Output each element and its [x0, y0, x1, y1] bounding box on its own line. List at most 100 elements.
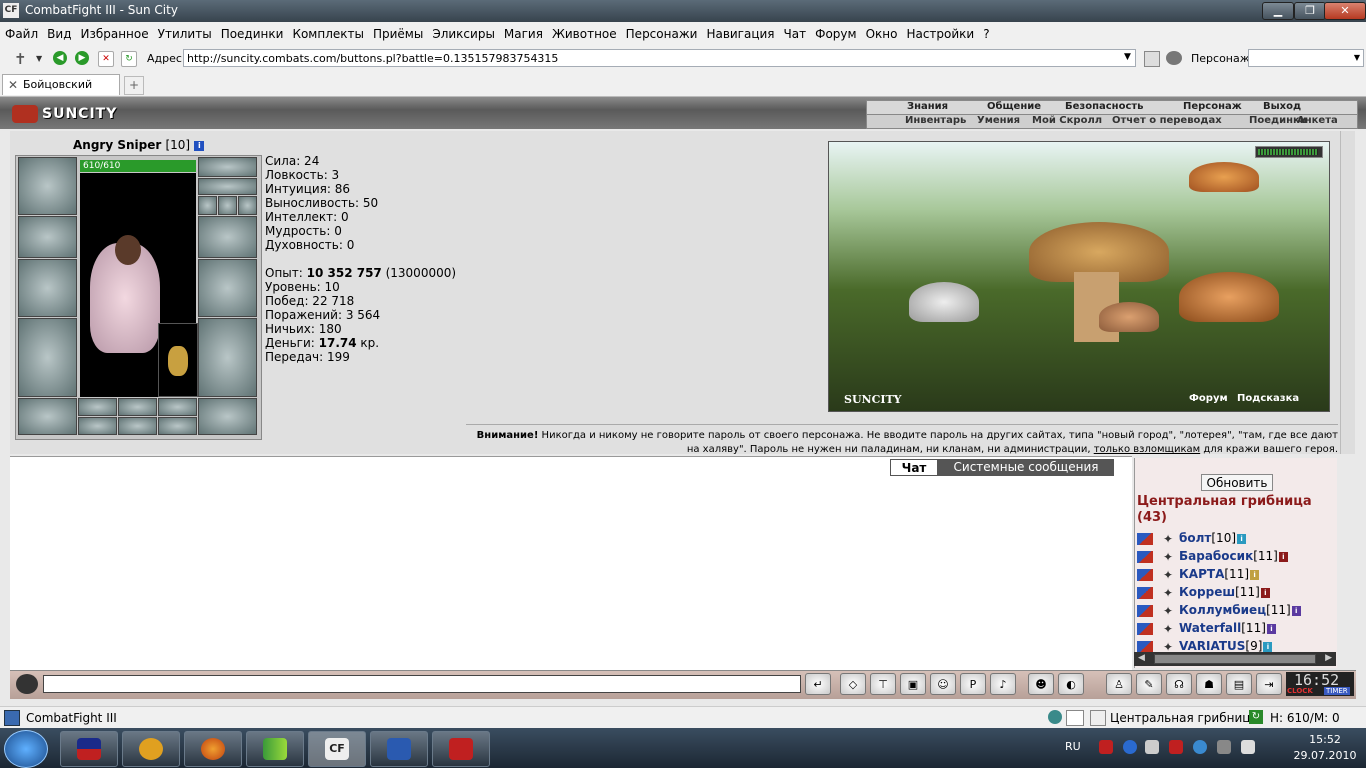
document-icon[interactable]	[1066, 710, 1084, 726]
info-icon[interactable]: i	[1266, 623, 1276, 634]
smile-icon[interactable]: ☻	[1028, 673, 1054, 695]
user-name[interactable]: Коллумбиец	[1179, 603, 1266, 617]
chevron-down-icon[interactable]: ▼	[36, 54, 42, 63]
character-select[interactable]: ▼	[1248, 49, 1364, 67]
subnav-item-0[interactable]: Инвентарь	[905, 115, 966, 126]
sound-icon[interactable]: ♪	[990, 673, 1016, 695]
taskbar-app-combatfight[interactable]: CF	[308, 731, 366, 767]
character-icon[interactable]: ♙	[1106, 673, 1132, 695]
forward-icon[interactable]: ▶	[75, 51, 89, 65]
users-icon[interactable]	[1166, 51, 1182, 65]
address-dropdown-icon[interactable]: ▼	[1124, 52, 1131, 62]
info-icon[interactable]: i	[1263, 641, 1273, 652]
tray-time[interactable]: 15:52	[1295, 733, 1355, 746]
online-user[interactable]: ✦ Корреш[11] i	[1137, 585, 1270, 603]
skills-icon[interactable]: ✎	[1136, 673, 1162, 695]
subnav-item-2[interactable]: Мой Скролл	[1032, 115, 1102, 126]
online-user[interactable]: ✦ Коллумбиец[11] i	[1137, 603, 1301, 621]
menu-item-10[interactable]: Персонажи	[621, 22, 702, 41]
taskbar-app-triangle[interactable]	[122, 731, 180, 767]
close-tab-icon[interactable]: ✕	[8, 75, 18, 95]
menu-item-11[interactable]: Навигация	[701, 22, 778, 41]
eraser-icon[interactable]: ◇	[840, 673, 866, 695]
taskbar-app-firefox[interactable]	[184, 731, 242, 767]
start-button[interactable]	[4, 730, 48, 768]
private-message-icon[interactable]	[1137, 622, 1153, 635]
head-icon[interactable]	[16, 674, 38, 694]
timer-label[interactable]: TIMER	[1324, 687, 1350, 695]
taskbar-app-red[interactable]	[432, 731, 490, 767]
online-user[interactable]: ✦ болт[10] i	[1137, 531, 1247, 549]
subnav-item-3[interactable]: Отчет о переводах	[1112, 115, 1222, 126]
info-icon[interactable]: i	[1278, 551, 1288, 562]
online-scrollbar[interactable]: ◀ ▶	[1134, 652, 1336, 666]
armor-slot[interactable]	[18, 318, 77, 397]
menu-item-8[interactable]: Магия	[499, 22, 547, 41]
tray-date[interactable]: 29.07.2010	[1291, 749, 1359, 762]
pocket-slot-1[interactable]	[78, 417, 117, 435]
menu-item-2[interactable]: Избранное	[75, 22, 152, 41]
belt-slot[interactable]	[18, 398, 77, 435]
gloves-slot[interactable]	[198, 216, 257, 258]
menu-item-9[interactable]: Животное	[547, 22, 621, 41]
refresh-icon[interactable]: ↻	[121, 51, 137, 67]
taskbar-app-chart[interactable]	[246, 731, 304, 767]
taskbar-app-flag[interactable]	[60, 731, 118, 767]
online-user[interactable]: ✦ Барабосик[11] i	[1137, 549, 1288, 567]
menu-item-3[interactable]: Утилиты	[153, 22, 216, 41]
send-icon[interactable]: ↵	[805, 673, 831, 695]
cross-icon[interactable]: ✝	[14, 50, 27, 68]
amulet-slot[interactable]	[18, 216, 77, 258]
pocket-slot-2[interactable]	[118, 417, 157, 435]
ring-slot-2[interactable]	[218, 196, 237, 215]
ring-slot-3[interactable]	[238, 196, 257, 215]
tab-system-messages[interactable]: Системные сообщения	[938, 459, 1114, 476]
topnav-item-4[interactable]: Выход	[1263, 101, 1301, 112]
private-message-icon[interactable]	[1137, 586, 1153, 599]
info-icon[interactable]: i	[194, 140, 205, 151]
helmet-slot[interactable]	[18, 157, 77, 215]
private-message-icon[interactable]	[1137, 550, 1153, 563]
info-icon[interactable]: i	[1260, 587, 1270, 598]
hackers-link[interactable]: только взломщикам	[1094, 444, 1200, 455]
menu-item-13[interactable]: Форум	[810, 22, 860, 41]
refresh-button[interactable]: Обновить	[1201, 474, 1273, 491]
online-user[interactable]: ✦ Waterfall[11] i	[1137, 621, 1276, 639]
refresh-icon[interactable]: ↻	[1249, 710, 1263, 724]
bag-icon[interactable]: ▤	[1226, 673, 1252, 695]
volume-icon[interactable]	[1145, 740, 1159, 754]
private-message-icon[interactable]	[1137, 532, 1153, 545]
user-name[interactable]: Waterfall	[1179, 621, 1241, 635]
rune-slot-1[interactable]	[78, 398, 117, 416]
info-icon[interactable]: i	[1291, 605, 1301, 616]
scroll-left-icon[interactable]: ◀	[1138, 653, 1145, 663]
printer-icon[interactable]: ▣	[900, 673, 926, 695]
tab-chat[interactable]: Чат	[890, 459, 938, 476]
chat-input[interactable]	[43, 675, 801, 693]
user-name[interactable]: VARIATUS	[1179, 639, 1245, 653]
chat-area[interactable]	[10, 456, 1132, 670]
taskbar-app-word[interactable]	[370, 731, 428, 767]
eject-icon[interactable]	[1241, 740, 1255, 754]
main-scrollbar[interactable]	[1340, 131, 1355, 454]
subnav-item-5[interactable]: Анкета	[1297, 115, 1338, 126]
shield-slot[interactable]	[198, 259, 257, 317]
translit-icon[interactable]: P	[960, 673, 986, 695]
pet-owl-icon[interactable]	[158, 323, 198, 397]
tab-fight-club[interactable]: ✕ Бойцовский клуб	[2, 74, 120, 111]
back-icon[interactable]: ◀	[53, 51, 67, 65]
online-user[interactable]: ✦ КАРТА[11] i	[1137, 567, 1260, 585]
menu-item-5[interactable]: Комплекты	[287, 22, 368, 41]
boots-slot[interactable]	[198, 398, 257, 435]
user-name[interactable]: Корреш	[1179, 585, 1235, 599]
clock-icon[interactable]	[1048, 710, 1062, 724]
talk-icon[interactable]: ☊	[1166, 673, 1192, 695]
menu-item-6[interactable]: Приёмы	[368, 22, 427, 41]
menu-item-1[interactable]: Вид	[42, 22, 75, 41]
topnav-item-0[interactable]: Знания	[907, 101, 948, 112]
user-name[interactable]: КАРТА	[1179, 567, 1224, 581]
user-name[interactable]: болт	[1179, 531, 1211, 545]
stop-icon[interactable]: ✕	[98, 51, 114, 67]
exit-icon[interactable]: ⇥	[1256, 673, 1282, 695]
topnav-item-2[interactable]: Безопасность	[1065, 101, 1144, 112]
